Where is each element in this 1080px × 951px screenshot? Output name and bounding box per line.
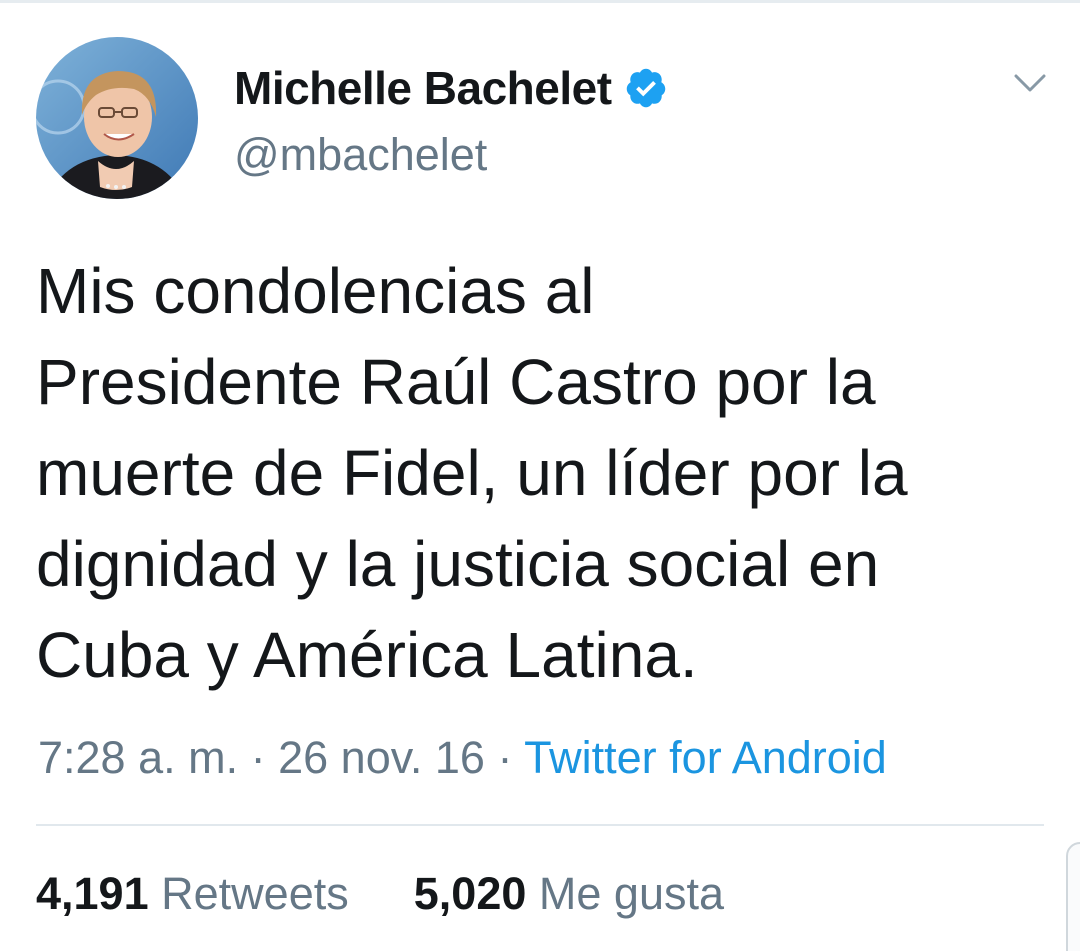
retweets-count: 4,191 — [36, 868, 149, 919]
tweet-text: Mis condolencias al Presidente Raúl Cast… — [36, 255, 908, 691]
meta-separator: · — [484, 732, 525, 783]
profile-photo-icon — [36, 37, 198, 199]
avatar[interactable] — [36, 37, 198, 199]
likes-count: 5,020 — [413, 868, 527, 919]
retweets-stat[interactable]: 4,191 Retweets — [36, 868, 361, 919]
divider — [36, 824, 1044, 826]
tweet-time[interactable]: 7:28 a. m. — [38, 732, 238, 783]
user-handle[interactable]: @mbachelet — [234, 128, 487, 182]
retweets-label: Retweets — [161, 868, 349, 919]
tweet-source-link[interactable]: Twitter for Android — [524, 732, 887, 783]
tweet-stats: 4,191 Retweets 5,020 Me gusta — [36, 866, 724, 922]
meta-separator: · — [238, 732, 279, 783]
chevron-down-icon[interactable] — [1010, 68, 1050, 96]
display-name[interactable]: Michelle Bachelet — [234, 60, 668, 116]
edge-card — [1066, 842, 1080, 951]
verified-badge-icon — [624, 66, 668, 110]
likes-stat[interactable]: 5,020 Me gusta — [414, 868, 724, 919]
likes-label: Me gusta — [538, 868, 725, 919]
top-border — [0, 0, 1080, 3]
display-name-text[interactable]: Michelle Bachelet — [234, 60, 612, 116]
tweet-date[interactable]: 26 nov. 16 — [278, 732, 485, 783]
tweet-meta: 7:28 a. m. · 26 nov. 16 · Twitter for An… — [38, 730, 887, 786]
